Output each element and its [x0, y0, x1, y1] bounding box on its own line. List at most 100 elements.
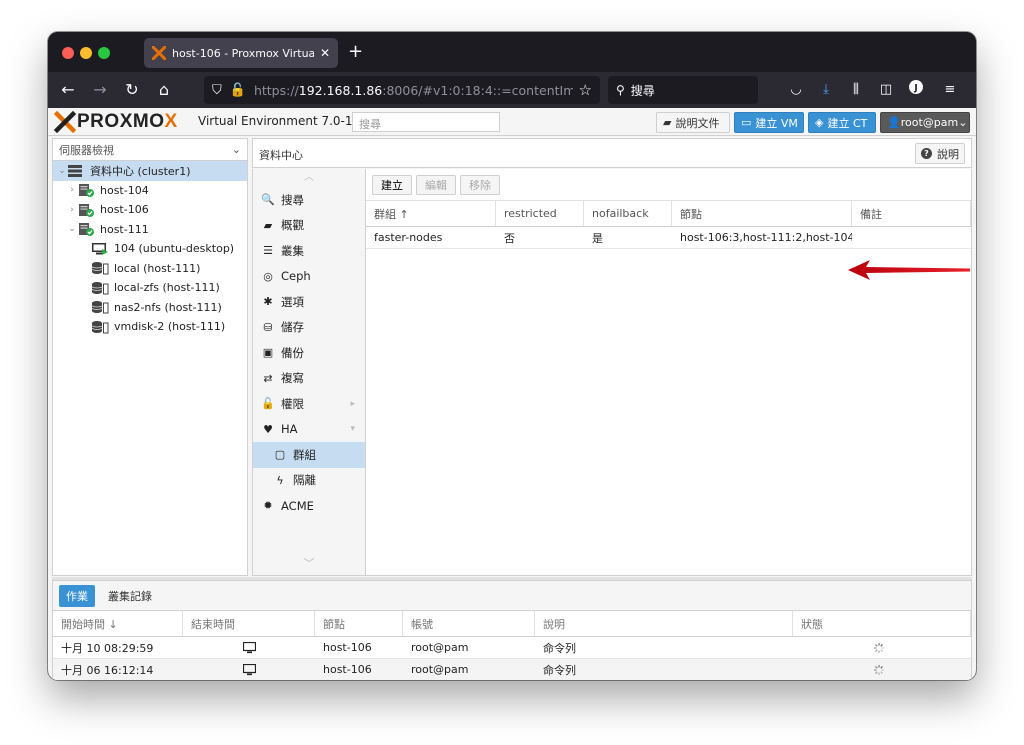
browser-tab-active[interactable]: host-106 - Proxmox Virtual Envi ✕	[144, 38, 338, 68]
expand-closed-icon[interactable]: ›	[67, 205, 77, 215]
task-column-header[interactable]: 狀態	[793, 611, 971, 636]
monitor-icon	[242, 663, 256, 675]
library-icon[interactable]: ⫼	[846, 80, 866, 100]
menu-item-database[interactable]: ⛁ 儲存	[253, 315, 365, 341]
menu-item-unlock[interactable]: 🔓 權限 ▸	[253, 391, 365, 417]
menu-item-label: Ceph	[281, 269, 311, 284]
forward-icon[interactable]: →	[90, 80, 110, 100]
monitor-icon	[242, 641, 256, 653]
expand-closed-icon[interactable]: ›	[67, 185, 77, 195]
menu-item-label: 搜尋	[281, 192, 304, 207]
question-icon: ?	[921, 148, 932, 159]
account-avatar-icon[interactable]: J	[906, 80, 926, 100]
tree-item[interactable]: vmdisk-2 (host-111)	[53, 317, 247, 337]
back-icon[interactable]: ←	[58, 80, 78, 100]
menu-item-floppy[interactable]: ▣ 備份	[253, 340, 365, 366]
tab-tasks[interactable]: 作業	[59, 584, 95, 607]
help-label: 說明	[937, 147, 959, 161]
node-icon	[79, 184, 94, 198]
menu-item-bolt[interactable]: ϟ 隔離	[253, 468, 365, 494]
reload-icon[interactable]: ↻	[122, 80, 142, 100]
task-row[interactable]: 十月 06 16:12:14 host-106 root@pam 命令列	[53, 659, 971, 680]
tree-item[interactable]: nas2-nfs (host-111)	[53, 298, 247, 318]
new-tab-button[interactable]: +	[348, 42, 363, 62]
menu-item-label: 概觀	[281, 218, 304, 233]
lock-warning-icon[interactable]: 🔓	[230, 83, 246, 98]
create-vm-button[interactable]: ▭ 建立 VM	[734, 112, 804, 133]
user-menu-button[interactable]: 👤 root@pam ⌄	[880, 112, 970, 133]
menu-item-heartbeat[interactable]: ♥ HA ▾	[253, 417, 365, 443]
menu-item-certificate[interactable]: ✹ ACME	[253, 493, 365, 519]
minimize-window-button[interactable]	[80, 47, 92, 59]
expand-open-icon[interactable]: ⌄	[67, 224, 77, 234]
url-text[interactable]: https://192.168.1.86:8006/#v1:0:18:4::=c…	[254, 83, 573, 98]
menu-item-gear[interactable]: ✱ 選項	[253, 289, 365, 315]
grid-column-header[interactable]: 群組 ↑	[366, 201, 496, 226]
menu-item-group[interactable]: ▢ 群組	[253, 442, 365, 468]
task-column-header[interactable]: 說明	[535, 611, 793, 636]
home-icon[interactable]: ⌂	[154, 80, 174, 100]
view-selector[interactable]: 伺服器檢視 ⌄	[53, 139, 247, 161]
tree-item[interactable]: 104 (ubuntu-desktop)	[53, 239, 247, 259]
maximize-window-button[interactable]	[98, 47, 110, 59]
grid-header: 群組 ↑ restricted nofailback 節點 備註	[366, 201, 971, 227]
menu-item-book[interactable]: ▰ 概觀	[253, 213, 365, 239]
server-icon: ☰	[263, 244, 273, 258]
task-row[interactable]: 十月 10 08:29:59 host-106 root@pam 命令列	[53, 637, 971, 659]
remove-group-button[interactable]: 移除	[460, 174, 500, 195]
table-row[interactable]: faster-nodes 否 是 host-106:3,host-111:2,host…	[366, 227, 971, 249]
task-column-header[interactable]: 結束時間	[183, 611, 315, 636]
vm-icon	[92, 242, 108, 255]
close-window-button[interactable]	[62, 47, 74, 59]
grid-column-header[interactable]: nofailback	[584, 201, 672, 226]
sidebar-toggle-icon[interactable]: ◫	[876, 80, 896, 100]
help-button[interactable]: ? 說明	[915, 143, 965, 164]
pocket-icon[interactable]: ◡	[786, 80, 806, 100]
tab-cluster-log[interactable]: 叢集記錄	[101, 585, 159, 607]
menu-item-retweet[interactable]: ⇄ 複寫	[253, 366, 365, 392]
menu-scroll-down-icon[interactable]: ﹀	[253, 555, 365, 571]
create-group-button[interactable]: 建立	[372, 174, 412, 195]
tree-item[interactable]: ⌄ host-111	[53, 220, 247, 240]
grid-column-header[interactable]: restricted	[496, 201, 584, 226]
table-cell	[852, 227, 971, 248]
task-cell: 十月 10 08:29:59	[61, 641, 154, 655]
menu-item-label: HA	[281, 422, 298, 437]
download-icon[interactable]: ⤓	[816, 80, 836, 100]
browser-search-bar[interactable]: ⚲ 搜尋	[608, 76, 758, 104]
tree-item[interactable]: › host-104	[53, 181, 247, 201]
tree-item[interactable]: › host-106	[53, 200, 247, 220]
task-cell: 十月 06 16:12:14	[61, 663, 154, 677]
documentation-button[interactable]: ▰ 說明文件	[656, 112, 730, 133]
arrow-shape	[848, 260, 970, 280]
search-icon: 🔍	[261, 193, 275, 207]
ceph-icon: ◎	[263, 269, 273, 283]
menu-item-search[interactable]: 🔍 搜尋	[253, 187, 365, 213]
expand-open-icon[interactable]: ⌄	[57, 166, 67, 176]
bookmark-star-icon[interactable]: ☆	[579, 81, 592, 99]
tracking-shield-icon[interactable]: ⛉	[212, 83, 222, 98]
grid-column-header[interactable]: 備註	[852, 201, 971, 226]
tree-item-label: host-104	[100, 183, 149, 197]
create-ct-button[interactable]: ◈ 建立 CT	[808, 112, 876, 133]
tree-item[interactable]: local (host-111)	[53, 259, 247, 279]
menu-scroll-up-icon[interactable]: ︿	[253, 169, 365, 187]
menu-item-ceph[interactable]: ◎ Ceph	[253, 264, 365, 290]
task-column-header[interactable]: 節點	[315, 611, 403, 636]
task-column-header[interactable]: 帳號	[403, 611, 535, 636]
node-icon	[79, 203, 94, 217]
menu-item-server[interactable]: ☰ 叢集	[253, 238, 365, 264]
tab-close-icon[interactable]: ✕	[320, 46, 330, 60]
tab-title: host-106 - Proxmox Virtual Envi	[172, 46, 314, 60]
edit-group-button[interactable]: 編輯	[416, 174, 456, 195]
browser-tab-bar: host-106 - Proxmox Virtual Envi ✕ +	[48, 32, 976, 72]
group-icon: ▢	[274, 448, 286, 462]
resource-search-input[interactable]: 搜尋	[352, 112, 500, 132]
task-column-header[interactable]: 開始時間 ↓	[53, 611, 183, 636]
hamburger-menu-icon[interactable]: ≡	[940, 80, 960, 100]
tree-item[interactable]: local-zfs (host-111)	[53, 278, 247, 298]
menu-item-label: 權限	[281, 396, 304, 411]
url-bar[interactable]: ⛉ 🔓 https://192.168.1.86:8006/#v1:0:18:4…	[204, 76, 600, 104]
grid-column-header[interactable]: 節點	[672, 201, 852, 226]
tree-item[interactable]: ⌄ 資料中心 (cluster1)	[53, 161, 247, 181]
